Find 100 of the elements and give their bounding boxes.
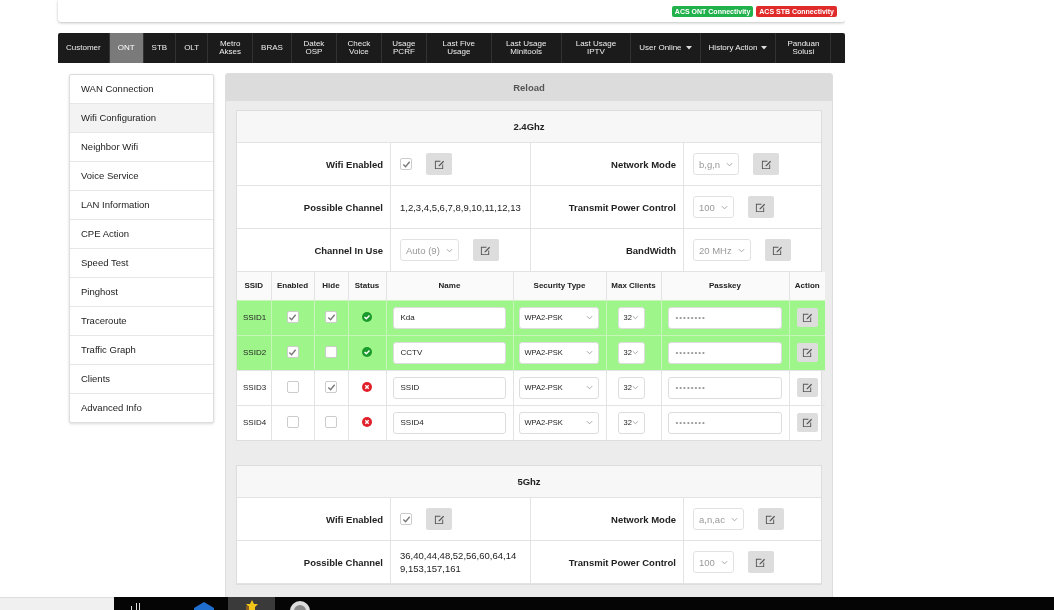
chevron-icon [585,385,593,390]
edit-icon [765,513,777,525]
checkbox[interactable] [286,311,299,324]
name-field[interactable]: SSID4 [392,411,506,434]
checkbox[interactable] [325,345,337,358]
edit-button[interactable] [796,378,818,397]
section-title: 2.4Ghz [237,111,821,143]
edit-button[interactable] [757,508,784,530]
column-header: Security Type [533,281,586,291]
edit-icon [433,158,445,170]
nav-tab[interactable]: Usage PCRF [381,33,427,63]
nav-tab[interactable]: History Action [700,33,777,63]
setting-label: BandWidth [625,244,676,256]
menu-item[interactable]: Pinghost [70,277,213,306]
checkbox[interactable] [325,381,337,394]
setting-label: Possible Channel [303,556,383,568]
setting-label: Possible Channel [303,201,383,213]
chevron-icon [720,204,728,210]
nav-tab[interactable]: OLT [176,33,209,63]
nav-tab[interactable]: Datek OSP [291,33,337,63]
edit-icon [480,244,492,256]
taskbar-active-app[interactable] [228,597,275,610]
table-cell: SSID2 [243,348,267,357]
edit-icon [433,513,445,525]
nav-tab[interactable]: Panduan Solusi [776,33,832,63]
setting-label: Network Mode [611,158,676,170]
name-field[interactable]: CCTV [392,341,506,364]
edit-icon [760,158,772,170]
column-header: Status [354,281,380,291]
nav-tab[interactable]: Customer [58,33,110,63]
column-header: Enabled [276,281,309,291]
checkbox[interactable] [325,415,337,428]
edit-button[interactable] [796,413,818,433]
menu-item[interactable]: Wifi Configuration [70,103,213,132]
menu-item[interactable]: LAN Information [70,190,213,219]
chevron-icon [631,350,639,355]
menu-item[interactable]: Neighbor Wifi [70,132,213,161]
edit-icon [755,556,767,568]
edit-icon [801,347,813,358]
edit-button[interactable] [747,196,774,218]
edit-button[interactable] [472,239,499,261]
edit-button[interactable] [426,153,452,175]
nav-tab[interactable]: Metro Akses [208,33,254,63]
table-cell: SSID3 [243,383,267,392]
setting-value: 36,40,44,48,52,56,60,64,149,153,157,161 [400,549,518,575]
chevron-icon [585,315,593,320]
chevron-icon [631,420,639,426]
column-header: Hide [322,281,340,291]
setting-label: Channel In Use [314,244,383,256]
edit-button[interactable] [796,343,818,362]
nav-tab[interactable]: Last Five Usage [426,33,492,63]
menu-item[interactable]: Clients [70,364,213,393]
checkbox[interactable] [400,158,412,170]
setting-value: 1,2,3,4,5,6,7,8,9,10,11,12,13 [400,200,522,214]
nav-tab[interactable]: Check Voice [336,33,382,63]
taskbar-app-icon[interactable] [130,603,142,610]
chevron-icon [631,315,639,320]
nav-tab[interactable]: Last Usage IPTV [561,33,632,63]
edit-icon [801,382,813,393]
chevron-icon [631,385,639,390]
caret-icon [685,46,692,50]
chevron-icon [737,247,745,253]
chevron-icon [445,247,453,253]
browser-icon[interactable] [289,600,311,610]
name-field[interactable]: SSID [392,376,506,399]
menu-item[interactable]: Voice Service [70,161,213,190]
name-field[interactable]: Kda [392,306,506,329]
setting-label: Transmit Power Control [568,556,676,568]
edit-button[interactable] [796,308,818,327]
column-header: Name [438,281,461,291]
table-cell: SSID4 [243,418,267,428]
edit-icon [755,201,767,213]
nav-tab[interactable]: STB [143,33,177,63]
menu-item[interactable]: Traceroute [70,306,213,335]
edit-button[interactable] [747,551,774,573]
section-title: 5Ghz [237,466,821,498]
caret-icon [761,46,768,50]
menu-item[interactable]: CPE Action [70,219,213,248]
setting-label: Wifi Enabled [326,158,383,170]
edit-button[interactable] [764,239,791,261]
edit-button[interactable] [753,153,780,175]
checkbox[interactable] [286,380,299,393]
checkbox[interactable] [286,346,299,359]
chevron-icon [726,161,734,167]
nav-tab[interactable]: Last Usage Minitools [491,33,562,63]
column-header: Max Clients [611,281,656,291]
menu-item[interactable]: WAN Connection [70,75,213,103]
checkbox[interactable] [286,415,299,428]
reload-button[interactable]: Reload [226,74,832,101]
menu-item[interactable]: Speed Test [70,248,213,277]
edit-button[interactable] [426,508,452,530]
edit-icon [772,244,784,256]
nav-tab[interactable]: BRAS [253,33,292,63]
nav-tab[interactable]: User Online [631,33,701,63]
menu-item[interactable]: Advanced Info [70,393,213,422]
nav-tab[interactable]: ONT [109,33,144,63]
setting-label: Wifi Enabled [326,513,383,525]
checkbox[interactable] [325,311,337,324]
checkbox[interactable] [400,513,412,525]
menu-item[interactable]: Traffic Graph [70,335,213,364]
